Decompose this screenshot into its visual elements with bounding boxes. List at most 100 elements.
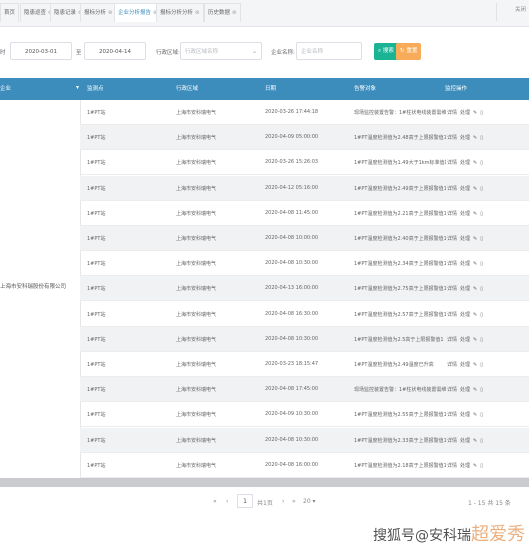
detail-link[interactable]: 详情 [447, 437, 457, 444]
delete-icon[interactable]: ▯ [480, 438, 483, 444]
detail-link[interactable]: 详情 [447, 235, 457, 242]
handle-link[interactable]: 处理 [460, 134, 470, 141]
close-tabs-button[interactable]: 关闭 [515, 5, 526, 13]
edit-icon[interactable]: ✎ [473, 463, 477, 469]
cell-date: 2020-04-12 05:16:00 [265, 184, 319, 191]
detail-link[interactable]: 详情 [447, 159, 457, 166]
detail-link[interactable]: 详情 [447, 462, 457, 469]
edit-icon[interactable]: ✎ [473, 135, 477, 141]
edit-icon[interactable]: ✎ [473, 412, 477, 418]
delete-icon[interactable]: ▯ [480, 463, 483, 469]
tab-6[interactable]: 历史数据 ⊗ [204, 3, 241, 22]
handle-link[interactable]: 处理 [460, 109, 470, 116]
handle-link[interactable]: 处理 [460, 210, 470, 217]
tab-3[interactable]: 报标分析 ⊗ [80, 3, 117, 22]
column-header-company-group[interactable]: 企业 [0, 84, 11, 92]
region-select[interactable]: 行政区域名称 ⌄ [180, 42, 262, 60]
detail-link[interactable]: 详情 [447, 361, 457, 368]
column-header-region[interactable]: 行政区域 [176, 84, 198, 92]
delete-icon[interactable]: ▯ [480, 186, 483, 192]
detail-link[interactable]: 详情 [447, 386, 457, 393]
company-input[interactable]: 企业名称 [296, 42, 362, 60]
cell-company: 上海市安科瑞电气 [176, 210, 217, 217]
tab-0[interactable]: 首页 [0, 3, 20, 22]
detail-link[interactable]: 详情 [447, 411, 457, 418]
edit-icon[interactable]: ✎ [473, 261, 477, 267]
tab-5[interactable]: 报标分析分析 ⊗ [156, 3, 204, 22]
edit-icon[interactable]: ✎ [473, 211, 477, 217]
handle-link[interactable]: 处理 [460, 462, 470, 469]
detail-link[interactable]: 详情 [447, 285, 457, 292]
first-page-button[interactable]: « [213, 498, 217, 505]
handle-link[interactable]: 处理 [460, 336, 470, 343]
handle-link[interactable]: 处理 [460, 361, 470, 368]
column-header-operations[interactable]: 监控操作 [445, 84, 467, 92]
next-page-button[interactable]: › [282, 498, 284, 505]
last-page-button[interactable]: » [292, 498, 296, 505]
detail-link[interactable]: 详情 [447, 185, 457, 192]
delete-icon[interactable]: ▯ [480, 412, 483, 418]
handle-link[interactable]: 处理 [460, 411, 470, 418]
edit-icon[interactable]: ✎ [473, 186, 477, 192]
delete-icon[interactable]: ▯ [480, 312, 483, 318]
sort-caret-icon[interactable]: ▾ [76, 84, 79, 91]
cell-alarm: 1#PT温度检测值为2.75高于上限报警值1 [354, 286, 446, 293]
close-icon[interactable]: ⊗ [108, 10, 113, 16]
cell-company: 上海市安科瑞电气 [176, 412, 217, 419]
handle-link[interactable]: 处理 [460, 159, 470, 166]
detail-link[interactable]: 详情 [447, 260, 457, 267]
page-number-input[interactable]: 1 [237, 494, 253, 508]
delete-icon[interactable]: ▯ [480, 337, 483, 343]
page-size-value: 20 [303, 498, 311, 505]
page-size-select[interactable]: 20 ▾ [303, 498, 316, 505]
detail-link[interactable]: 详情 [447, 134, 457, 141]
cell-ops: 详情 处理 ✎ ▯ [447, 159, 486, 166]
delete-icon[interactable]: ▯ [480, 387, 483, 393]
edit-icon[interactable]: ✎ [473, 160, 477, 166]
close-icon[interactable]: ⊗ [195, 10, 200, 16]
delete-icon[interactable]: ▯ [480, 160, 483, 166]
delete-icon[interactable]: ▯ [480, 261, 483, 267]
column-header-alarm[interactable]: 告警对象 [354, 84, 376, 92]
detail-link[interactable]: 详情 [447, 336, 457, 343]
tab-4[interactable]: 企业分析报告⊗ [114, 3, 162, 22]
delete-icon[interactable]: ▯ [480, 362, 483, 368]
handle-link[interactable]: 处理 [460, 386, 470, 393]
column-header-station[interactable]: 监测点 [87, 84, 104, 92]
cell-company: 上海市安科瑞电气 [176, 185, 217, 192]
edit-icon[interactable]: ✎ [473, 236, 477, 242]
edit-icon[interactable]: ✎ [473, 387, 477, 393]
handle-link[interactable]: 处理 [460, 311, 470, 318]
detail-link[interactable]: 详情 [447, 210, 457, 217]
edit-icon[interactable]: ✎ [473, 110, 477, 116]
edit-icon[interactable]: ✎ [473, 286, 477, 292]
column-header-date[interactable]: 日期 [265, 84, 276, 92]
delete-icon[interactable]: ▯ [480, 110, 483, 116]
table-row: 1#PT站 上海市安科瑞电气 2020-04-13 16:00:00 1#PT温度检测… [80, 276, 529, 302]
edit-icon[interactable]: ✎ [473, 438, 477, 444]
search-button[interactable]: ⌕ 搜索 [374, 43, 398, 60]
end-date-input[interactable]: 2020-04-14 [84, 42, 146, 60]
handle-link[interactable]: 处理 [460, 185, 470, 192]
start-date-input[interactable]: 2020-03-01 [10, 42, 72, 60]
reset-button[interactable]: ↻ 重置 [396, 43, 422, 60]
handle-link[interactable]: 处理 [460, 260, 470, 267]
edit-icon[interactable]: ✎ [473, 337, 477, 343]
delete-icon[interactable]: ▯ [480, 211, 483, 217]
close-icon[interactable]: ⊗ [232, 10, 237, 16]
prev-page-button[interactable]: ‹ [226, 498, 228, 505]
delete-icon[interactable]: ▯ [480, 135, 483, 141]
cell-station: 1#PT站 [87, 311, 106, 318]
edit-icon[interactable]: ✎ [473, 362, 477, 368]
cell-date: 2020-04-09 05:00:00 [265, 134, 319, 141]
handle-link[interactable]: 处理 [460, 285, 470, 292]
delete-icon[interactable]: ▯ [480, 236, 483, 242]
cell-alarm: 现场监控装置告警：1#柱状电线装置需维修 [354, 387, 446, 394]
detail-link[interactable]: 详情 [447, 311, 457, 318]
edit-icon[interactable]: ✎ [473, 312, 477, 318]
delete-icon[interactable]: ▯ [480, 286, 483, 292]
handle-link[interactable]: 处理 [460, 437, 470, 444]
handle-link[interactable]: 处理 [460, 235, 470, 242]
detail-link[interactable]: 详情 [447, 109, 457, 116]
horizontal-scrollbar[interactable] [0, 478, 529, 487]
